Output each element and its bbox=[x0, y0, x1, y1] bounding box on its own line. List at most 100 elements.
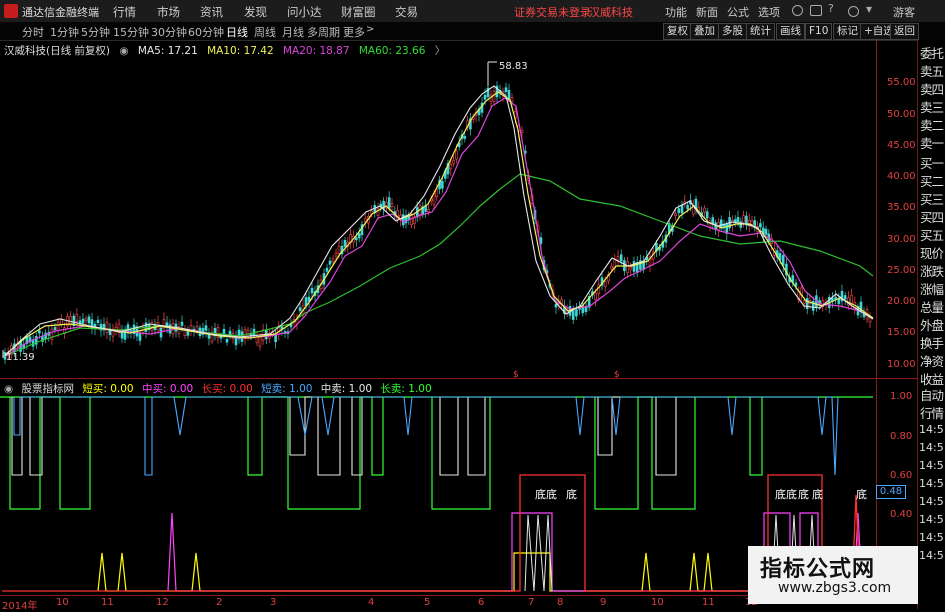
user-icon[interactable] bbox=[792, 5, 803, 16]
adjust-button[interactable]: 复权 bbox=[663, 23, 692, 40]
quote-toggle[interactable]: 行情 bbox=[920, 403, 944, 422]
more-chevron-icon[interactable]: > bbox=[366, 24, 374, 35]
indicator-settings-icon[interactable]: ◉ bbox=[4, 383, 13, 395]
mark-button[interactable]: 标记 bbox=[833, 23, 862, 40]
menu-quotes[interactable]: 行情 bbox=[113, 4, 136, 20]
search-icon[interactable] bbox=[848, 6, 859, 17]
date-tick: 11 bbox=[702, 597, 715, 608]
short-buy-value: 短买: 0.00 bbox=[82, 383, 134, 395]
price-tick: 20.00 bbox=[887, 296, 916, 307]
date-tick: 10 bbox=[651, 597, 664, 608]
event-marker[interactable]: $ bbox=[513, 370, 519, 378]
quote-label: 现价 bbox=[920, 246, 944, 261]
period-daily[interactable]: 日线 bbox=[226, 24, 248, 40]
date-tick: 8 bbox=[557, 597, 564, 608]
trade-time: 14:5 bbox=[919, 495, 944, 508]
back-button[interactable]: 返回 bbox=[890, 23, 919, 40]
trade-time: 14:5 bbox=[919, 477, 944, 490]
main-chart-legend: 汉威科技(日线 前复权) ◉ MA5: 17.21 MA10: 17.42 MA… bbox=[4, 43, 451, 57]
quote-label: 卖五 bbox=[920, 64, 944, 79]
watermark-title: 指标公式网 bbox=[760, 557, 876, 582]
indicator-tick: 0.80 bbox=[890, 431, 913, 442]
quote-label: 卖二 bbox=[920, 118, 944, 133]
bottom-signal-label: 底 bbox=[856, 487, 867, 501]
date-tick: 5 bbox=[424, 597, 431, 608]
quote-label: 买五 bbox=[920, 228, 944, 243]
date-tick: 6 bbox=[478, 597, 485, 608]
quote-label: 买三 bbox=[920, 192, 944, 207]
mid-sell-value: 中卖: 1.00 bbox=[320, 383, 373, 395]
period-monthly[interactable]: 月线 bbox=[282, 24, 304, 40]
menu-function[interactable]: 功能 bbox=[665, 4, 687, 20]
panel-separator bbox=[0, 378, 917, 379]
draw-line-button[interactable]: 画线 bbox=[776, 23, 805, 40]
mid-buy-value: 中买: 0.00 bbox=[141, 383, 194, 395]
period-more[interactable]: 更多 bbox=[343, 24, 365, 40]
quote-label: 买一 bbox=[920, 156, 944, 171]
menu-trade[interactable]: 交易 bbox=[395, 4, 418, 20]
overlay-button[interactable]: 叠加 bbox=[690, 23, 719, 40]
skin-icon[interactable]: ▾ bbox=[866, 2, 872, 16]
quote-label: 涨跌 bbox=[920, 264, 944, 279]
price-tick: 30.00 bbox=[887, 234, 916, 245]
menu-options[interactable]: 选项 bbox=[758, 4, 780, 20]
date-tick: 9 bbox=[600, 597, 607, 608]
trade-time: 14:5 bbox=[919, 441, 944, 454]
short-sell-value: 短卖: 1.00 bbox=[261, 383, 313, 395]
indicator-current-value: 0.48 bbox=[876, 485, 906, 499]
quote-label: 委托 bbox=[920, 46, 944, 61]
long-sell-value: 长卖: 1.00 bbox=[380, 383, 432, 395]
quote-label: 卖三 bbox=[920, 100, 944, 115]
date-tick: 10 bbox=[56, 597, 69, 608]
price-tick: 15.00 bbox=[887, 327, 916, 338]
indicator-legend: ◉ 股票指标网 短买: 0.00 中买: 0.00 长买: 0.00 短卖: 1… bbox=[4, 381, 437, 395]
message-icon[interactable] bbox=[810, 5, 822, 16]
menu-news[interactable]: 资讯 bbox=[200, 4, 223, 20]
date-tick: 2014年 bbox=[2, 601, 38, 612]
period-weekly[interactable]: 周线 bbox=[254, 24, 276, 40]
multi-stock-button[interactable]: 多股 bbox=[718, 23, 747, 40]
date-tick: 4 bbox=[368, 597, 375, 608]
price-tick: 50.00 bbox=[887, 109, 916, 120]
period-timeshare[interactable]: 分时 bbox=[22, 24, 44, 40]
quote-label: 外盘 bbox=[920, 318, 944, 333]
guest-label[interactable]: 游客 bbox=[893, 4, 915, 20]
menu-discover[interactable]: 发现 bbox=[244, 4, 267, 20]
quote-label: 总量 bbox=[920, 300, 944, 315]
candlestick-chart[interactable]: 58.83 11.39 $ $ bbox=[0, 56, 876, 378]
trade-time: 14:5 bbox=[919, 549, 944, 562]
login-warning[interactable]: 证券交易未登录 bbox=[514, 4, 591, 20]
period-multi[interactable]: 多周期 bbox=[307, 24, 340, 40]
indicator-name[interactable]: 股票指标网 bbox=[22, 383, 75, 395]
stats-button[interactable]: 统计 bbox=[746, 23, 775, 40]
menu-formula[interactable]: 公式 bbox=[727, 4, 749, 20]
quote-label: 卖四 bbox=[920, 82, 944, 97]
period-1min[interactable]: 1分钟 bbox=[50, 24, 79, 40]
menu-market[interactable]: 市场 bbox=[157, 4, 180, 20]
period-15min[interactable]: 15分钟 bbox=[113, 24, 149, 40]
watermark-url: www.zbgs3.com bbox=[778, 580, 892, 596]
quote-label: 涨幅 bbox=[920, 282, 944, 297]
auto-refresh-toggle[interactable]: 自动 bbox=[920, 385, 944, 404]
menu-ask[interactable]: 问小达 bbox=[287, 4, 322, 20]
watermark-banner: 指标公式网 www.zbgs3.com bbox=[748, 546, 918, 604]
quote-panel: 委托 卖五 卖四 卖三 卖二 卖一 买一 买二 买三 买四 买五 现价 涨跌 涨… bbox=[917, 40, 945, 609]
bottom-signal-label: 底 bbox=[566, 487, 577, 501]
current-stock: 汉威科技 bbox=[589, 6, 633, 19]
period-5min[interactable]: 5分钟 bbox=[81, 24, 110, 40]
price-tick: 40.00 bbox=[887, 171, 916, 182]
trade-time: 14:5 bbox=[919, 423, 944, 436]
indicator-chart[interactable]: 底底 底 底底 底 底 底 bbox=[0, 395, 876, 593]
period-30min[interactable]: 30分钟 bbox=[151, 24, 187, 40]
quote-label: 净资 bbox=[920, 354, 944, 369]
quote-label: 买四 bbox=[920, 210, 944, 225]
menu-wealth[interactable]: 财富圈 bbox=[341, 4, 376, 20]
indicator-tick: 0.60 bbox=[890, 470, 913, 481]
menu-new-page[interactable]: 新面 bbox=[696, 4, 718, 20]
help-icon[interactable]: ? bbox=[828, 2, 834, 15]
period-60min[interactable]: 60分钟 bbox=[188, 24, 224, 40]
f10-button[interactable]: F10 bbox=[805, 23, 833, 40]
indicator-tick: 1.00 bbox=[890, 391, 913, 402]
trade-time: 14:5 bbox=[919, 513, 944, 526]
event-marker[interactable]: $ bbox=[614, 370, 620, 378]
